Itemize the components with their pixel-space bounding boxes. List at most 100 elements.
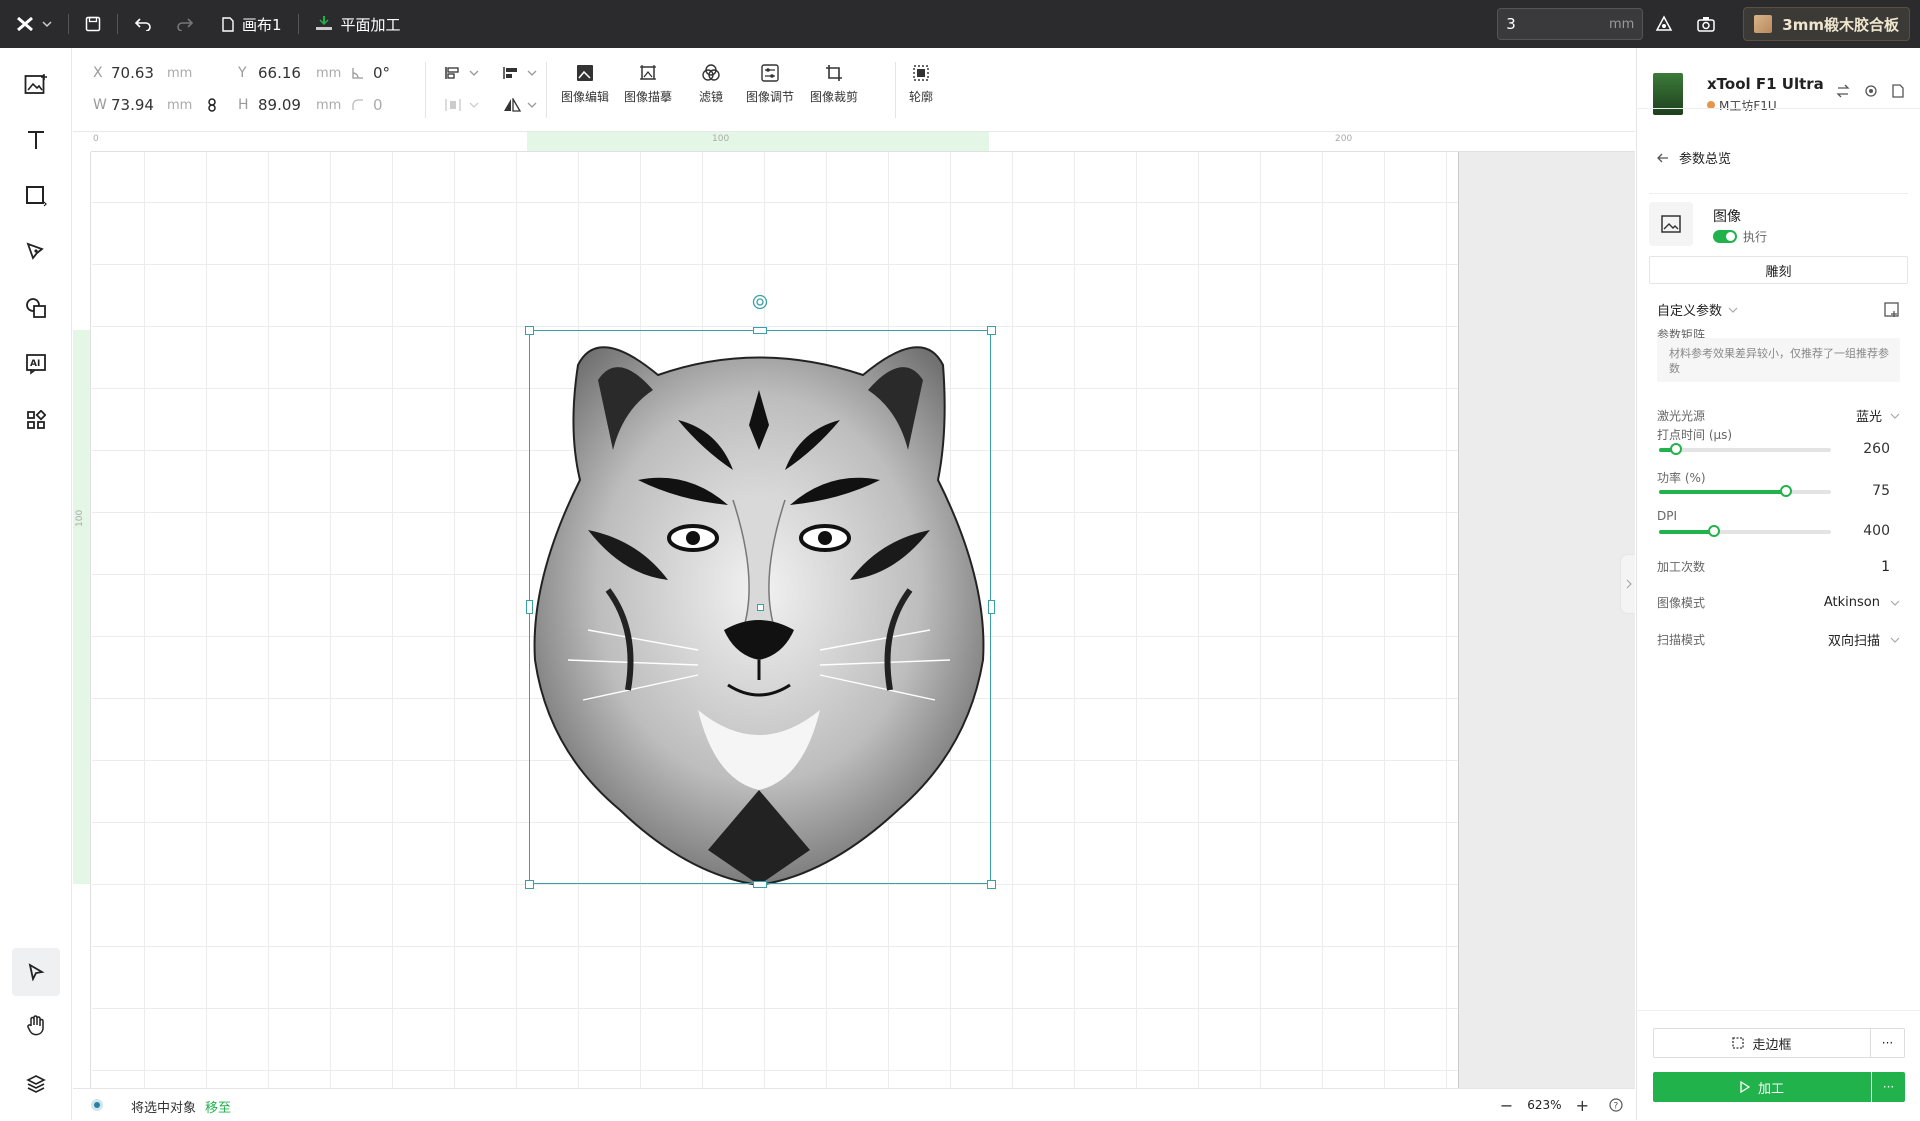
shape-tool-button[interactable] (18, 178, 54, 214)
passes-label: 加工次数 (1657, 560, 1706, 574)
hand-icon (27, 1015, 44, 1036)
chevron-down-icon (527, 70, 537, 76)
resize-handle-s[interactable] (753, 880, 767, 888)
elements-tool-button[interactable] (18, 290, 54, 326)
outline-button[interactable]: 轮廓 (909, 64, 933, 105)
custom-params-dropdown[interactable]: 自定义参数 (1657, 300, 1738, 319)
processing-mode-label: 平面加工 (340, 15, 401, 34)
select-tool-button[interactable] (12, 948, 60, 996)
thickness-input[interactable]: 3 mm (1497, 8, 1644, 40)
save-params-icon[interactable] (1884, 301, 1900, 318)
passes-value[interactable]: 1 (1881, 559, 1890, 575)
scan-mode-select[interactable]: 双向扫描 (1828, 630, 1900, 649)
width-field[interactable]: W 73.94 mm (93, 94, 192, 116)
undo-button[interactable] (124, 0, 162, 48)
height-field[interactable]: H 89.09 mm (238, 94, 341, 116)
ruler-highlight (527, 132, 989, 151)
y-label: Y (238, 65, 247, 81)
processing-mode-button[interactable]: 平面加工 (305, 0, 411, 48)
w-unit: mm (167, 97, 193, 113)
device-name: xTool F1 Ultra (1707, 74, 1824, 93)
top-bar: 画布1 平面加工 3 mm 3mm椴木胶合板 (0, 0, 1920, 48)
status-move-link[interactable]: 移至 (205, 1097, 231, 1116)
pen-tool-button[interactable] (18, 234, 54, 270)
power-slider[interactable] (1659, 485, 1831, 497)
apps-button[interactable] (18, 402, 54, 438)
x-position-field[interactable]: X 70.63 mm (93, 62, 192, 84)
filter-button[interactable]: 滤镜 (699, 64, 723, 105)
resize-handle-n[interactable] (753, 326, 767, 334)
dpi-slider[interactable] (1659, 525, 1831, 537)
image-trace-button[interactable]: 图像描摹 (624, 64, 672, 105)
resize-handle-ne[interactable] (986, 325, 996, 335)
resize-handle-nw[interactable] (524, 325, 534, 335)
process-button[interactable]: 加工 (1653, 1072, 1871, 1102)
xtool-logo-icon (17, 17, 33, 31)
resize-handle-sw[interactable] (524, 879, 534, 889)
left-toolbar: AI (0, 48, 72, 1120)
power-value[interactable]: 75 (1872, 483, 1890, 499)
frame-button[interactable]: 走边框 (1653, 1028, 1871, 1058)
image-edit-button[interactable]: 图像编辑 (561, 64, 609, 105)
text-tool-button[interactable] (18, 122, 54, 158)
corner-radius-field[interactable]: 0 (351, 94, 383, 116)
material-selector[interactable]: 3mm椴木胶合板 (1743, 7, 1910, 41)
h-unit: mm (316, 97, 342, 113)
arrange-dropdown[interactable] (503, 62, 537, 84)
resize-handle-e[interactable] (987, 600, 995, 614)
device-card[interactable]: xTool F1 Ultra M工坊F1U (1653, 64, 1904, 124)
canvas[interactable] (92, 152, 1635, 1088)
save-button[interactable] (75, 0, 111, 48)
process-more-button[interactable]: ··· (1872, 1072, 1905, 1102)
hand-tool-button[interactable] (18, 1008, 54, 1044)
flip-dropdown[interactable] (503, 94, 537, 116)
zoom-in-button[interactable]: + (1576, 1096, 1589, 1115)
frame-dashed-icon (1732, 1037, 1745, 1049)
back-to-overview[interactable]: 参数总览 (1657, 148, 1900, 167)
redo-button[interactable] (162, 0, 208, 48)
auto-measure-button[interactable] (1643, 0, 1685, 48)
resize-handle-se[interactable] (986, 879, 996, 889)
frame-more-button[interactable]: ··· (1871, 1028, 1905, 1058)
ai-tool-button[interactable]: AI (18, 346, 54, 382)
align-dropdown[interactable] (445, 62, 479, 84)
image-crop-button[interactable]: 图像裁剪 (810, 64, 858, 105)
camera-button[interactable] (1685, 0, 1727, 48)
layer-thumbnail (1649, 202, 1693, 246)
engrave-mode-button[interactable]: 雕刻 (1649, 256, 1908, 284)
layers-button[interactable] (18, 1066, 54, 1102)
slider-fill (1659, 530, 1715, 534)
layer-name: 图像 (1713, 209, 1741, 225)
zoom-level[interactable]: 623% (1527, 1098, 1561, 1112)
help-icon[interactable]: ? (1609, 1098, 1623, 1112)
image-mode-select[interactable]: Atkinson (1824, 595, 1900, 610)
image-adjust-button[interactable]: 图像调节 (746, 64, 794, 105)
angle-icon (352, 68, 363, 79)
add-image-button[interactable] (18, 66, 54, 102)
slider-knob[interactable] (1708, 525, 1721, 537)
document-tab[interactable]: 画布1 (208, 0, 292, 48)
property-bar: X 70.63 mm Y 66.16 mm 0° W 73.94 mm H 89… (73, 48, 1635, 132)
resize-handle-w[interactable] (525, 600, 533, 614)
settings-gear-icon[interactable] (1864, 84, 1878, 98)
dot-time-value[interactable]: 260 (1863, 441, 1890, 457)
lock-ratio-button[interactable] (207, 94, 217, 116)
dpi-value[interactable]: 400 (1863, 523, 1890, 539)
execute-toggle[interactable]: 执行 (1713, 228, 1767, 245)
file-icon[interactable] (1892, 84, 1904, 98)
app-menu-button[interactable] (0, 0, 62, 48)
zoom-control: − 623% + ? (1500, 1089, 1623, 1121)
switch-device-icon[interactable] (1836, 84, 1850, 98)
redo-icon (177, 18, 194, 31)
dot-time-slider[interactable] (1659, 443, 1831, 455)
collapse-panel-tab[interactable] (1620, 554, 1635, 614)
slider-knob[interactable] (1780, 485, 1793, 497)
zoom-out-button[interactable]: − (1500, 1096, 1513, 1115)
y-position-field[interactable]: Y 66.16 mm (238, 62, 341, 84)
distribute-dropdown[interactable] (445, 94, 479, 116)
slider-knob[interactable] (1670, 443, 1683, 455)
toggle-switch[interactable] (1713, 230, 1737, 243)
rotation-field[interactable]: 0° (351, 62, 390, 84)
rotate-handle-icon[interactable] (752, 294, 768, 310)
laser-source-select[interactable]: 蓝光 (1856, 406, 1900, 425)
